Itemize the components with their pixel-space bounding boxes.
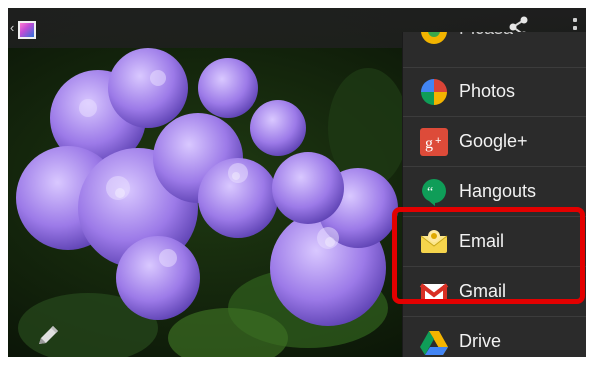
share-item-google-plus[interactable]: g + Google+ — [403, 117, 586, 167]
share-menu: Picasa Photos g + Google+ “ H — [402, 32, 586, 357]
email-envelope-icon — [420, 230, 448, 253]
share-item-label: Email — [459, 231, 505, 251]
share-item-email[interactable]: Email — [403, 217, 586, 267]
photo-viewer: ‹ Picasa — [8, 8, 586, 357]
overflow-menu-icon — [573, 18, 577, 22]
share-item-label: Drive — [459, 331, 502, 351]
share-item-drive[interactable]: Drive — [403, 317, 586, 357]
chevron-left-icon: ‹ — [10, 20, 15, 35]
share-item-photos[interactable]: Photos — [403, 67, 586, 117]
svg-text:“: “ — [427, 185, 433, 200]
hangouts-icon: “ — [422, 179, 447, 206]
share-item-gmail[interactable]: Gmail — [403, 267, 586, 317]
gallery-thumbnail-icon — [18, 21, 36, 39]
share-item-hangouts[interactable]: “ Hangouts — [403, 167, 586, 217]
back-button[interactable]: ‹ — [8, 14, 40, 42]
svg-text:+: + — [435, 135, 441, 147]
drive-icon — [420, 331, 448, 355]
share-item-label: Gmail — [459, 281, 507, 301]
google-plus-icon: g + — [420, 128, 448, 156]
pencil-edit-icon — [39, 326, 58, 344]
photos-pinwheel-icon — [421, 79, 447, 105]
gmail-icon — [419, 283, 449, 302]
share-item-label: Hangouts — [459, 181, 537, 201]
share-item-label: Photos — [459, 81, 516, 101]
picasa-icon — [421, 32, 447, 44]
svg-text:g: g — [425, 135, 433, 152]
edit-button[interactable] — [34, 322, 62, 350]
share-item-picasa[interactable]: Picasa — [403, 32, 586, 68]
share-item-label: Google+ — [459, 131, 528, 151]
share-item-label: Picasa — [459, 32, 513, 53]
